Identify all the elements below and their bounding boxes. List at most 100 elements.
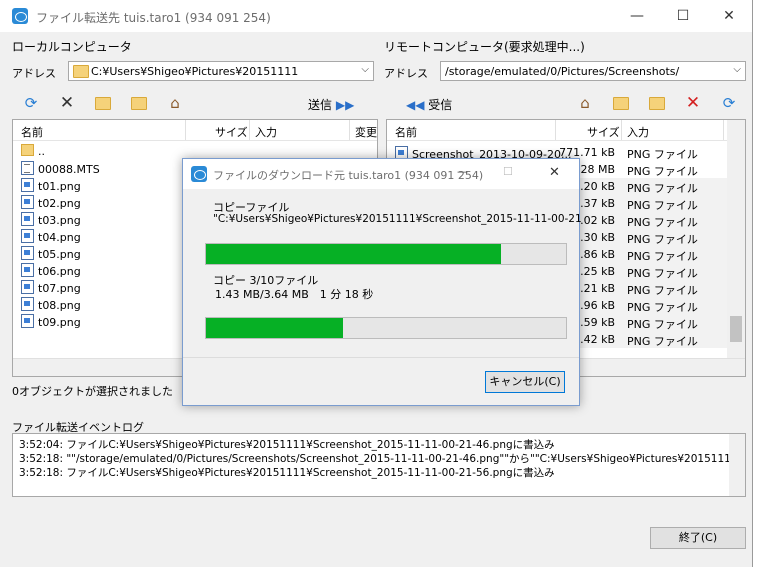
local-file-row[interactable]: 00088.MTS bbox=[21, 161, 100, 178]
local-address-combo[interactable]: C:¥Users¥Shigeo¥Pictures¥20151111 ⌵ bbox=[68, 61, 374, 81]
remote-file-type: PNG ファイル bbox=[627, 335, 698, 348]
local-file-row[interactable]: t03.png bbox=[21, 212, 81, 229]
home-icon[interactable]: ⌂ bbox=[576, 94, 594, 112]
local-column-header: 名前 サイズ 入力 変更 bbox=[13, 120, 377, 141]
remote-file-type: PNG ファイル bbox=[627, 165, 698, 178]
log-line: 3:52:18: ファイルC:¥Users¥Shigeo¥Pictures¥20… bbox=[19, 467, 555, 479]
parent-folder-icon[interactable] bbox=[612, 94, 630, 112]
remote-file-type: PNG ファイル bbox=[627, 148, 698, 161]
total-progress-fill bbox=[206, 318, 343, 338]
total-progress-bar bbox=[205, 317, 567, 339]
dialog-title-bar[interactable]: ファイルのダウンロード元 tuis.taro1 (934 091 254) — … bbox=[183, 159, 579, 189]
log-line: 3:52:04: ファイルC:¥Users¥Shigeo¥Pictures¥20… bbox=[19, 439, 555, 451]
remote-file-type: PNG ファイル bbox=[627, 284, 698, 297]
receive-button[interactable]: ◀◀ 受信 bbox=[406, 96, 452, 113]
local-file-row[interactable]: t09.png bbox=[21, 314, 81, 331]
image-file-icon bbox=[21, 178, 34, 192]
new-folder-icon[interactable] bbox=[648, 94, 666, 112]
remote-col-type[interactable]: 入力 bbox=[627, 124, 649, 140]
close-button[interactable]: ✕ bbox=[706, 0, 752, 32]
local-file-name: t05.png bbox=[38, 248, 81, 261]
local-file-name: 00088.MTS bbox=[38, 163, 100, 176]
receive-label: 受信 bbox=[428, 98, 453, 112]
local-file-row[interactable]: t02.png bbox=[21, 195, 81, 212]
local-col-type[interactable]: 入力 bbox=[255, 124, 277, 140]
local-file-name: t09.png bbox=[38, 316, 81, 329]
new-folder-icon[interactable] bbox=[94, 94, 112, 112]
delete-icon[interactable]: ✕ bbox=[58, 94, 76, 112]
log-vertical-scrollbar[interactable] bbox=[729, 434, 745, 496]
local-file-row[interactable]: t08.png bbox=[21, 297, 81, 314]
remote-file-type: PNG ファイル bbox=[627, 216, 698, 229]
local-col-modified[interactable]: 変更 bbox=[355, 124, 377, 140]
local-address-label: アドレス bbox=[12, 67, 56, 80]
remote-file-type: PNG ファイル bbox=[627, 250, 698, 263]
dialog-title: ファイルのダウンロード元 tuis.taro1 (934 091 254) bbox=[213, 169, 484, 182]
refresh-icon[interactable]: ⟳ bbox=[720, 94, 738, 112]
image-file-icon bbox=[21, 246, 34, 260]
dialog-separator bbox=[183, 357, 579, 358]
local-file-name: t01.png bbox=[38, 180, 81, 193]
log-line: 3:52:18: ""/storage/emulated/0/Pictures/… bbox=[19, 453, 746, 465]
remote-address-value: /storage/emulated/0/Pictures/Screenshots… bbox=[445, 65, 680, 78]
local-address-value: C:¥Users¥Shigeo¥Pictures¥20151111 bbox=[91, 65, 299, 78]
dialog-close-button[interactable]: ✕ bbox=[549, 165, 560, 180]
window-title: ファイル転送先 tuis.taro1 (934 091 254) bbox=[36, 11, 271, 25]
send-button[interactable]: 送信 ▶▶ bbox=[308, 96, 354, 113]
local-computer-header: ローカルコンピュータ bbox=[12, 40, 132, 54]
dialog-minimize-button[interactable]: — bbox=[457, 165, 468, 178]
receive-arrow-icon: ◀◀ bbox=[406, 98, 425, 112]
local-file-name: t08.png bbox=[38, 299, 81, 312]
local-file-row[interactable]: t06.png bbox=[21, 263, 81, 280]
local-file-row[interactable]: t07.png bbox=[21, 280, 81, 297]
cancel-button[interactable]: キャンセル(C) bbox=[485, 371, 565, 393]
remote-address-label: アドレス bbox=[384, 67, 428, 80]
image-file-icon bbox=[21, 297, 34, 311]
remote-computer-header: リモートコンピュータ(要求処理中...) bbox=[384, 40, 585, 54]
local-file-row[interactable]: .. bbox=[21, 144, 45, 161]
copy-file-path: "C:¥Users¥Shigeo¥Pictures¥20151111¥Scree… bbox=[213, 213, 582, 225]
dialog-maximize-button[interactable]: ☐ bbox=[503, 165, 513, 178]
chevron-down-icon: ⌵ bbox=[733, 64, 741, 75]
title-bar[interactable]: ファイル転送先 tuis.taro1 (934 091 254) — ☐ ✕ bbox=[0, 0, 752, 32]
image-file-icon bbox=[21, 229, 34, 243]
remote-file-type: PNG ファイル bbox=[627, 233, 698, 246]
local-file-name: t04.png bbox=[38, 231, 81, 244]
image-file-icon bbox=[21, 212, 34, 226]
local-file-row[interactable]: t04.png bbox=[21, 229, 81, 246]
copy-detail-text: 1.43 MB/3.64 MB 1 分 18 秒 bbox=[215, 288, 374, 301]
file-progress-bar bbox=[205, 243, 567, 265]
maximize-button[interactable]: ☐ bbox=[660, 0, 706, 32]
remote-col-name[interactable]: 名前 bbox=[395, 124, 417, 140]
local-status-text: 0オブジェクトが選択されました bbox=[12, 385, 173, 398]
remote-file-type: PNG ファイル bbox=[627, 267, 698, 280]
minimize-button[interactable]: — bbox=[614, 0, 660, 32]
local-col-size[interactable]: サイズ bbox=[215, 124, 248, 140]
remote-column-header: 名前 サイズ 入力 bbox=[387, 120, 745, 141]
remote-col-size[interactable]: サイズ bbox=[587, 124, 620, 140]
remote-file-type: PNG ファイル bbox=[627, 199, 698, 212]
local-file-row[interactable]: t01.png bbox=[21, 178, 81, 195]
delete-icon[interactable]: ✕ bbox=[684, 94, 702, 112]
folder-icon bbox=[73, 65, 89, 78]
local-file-name: .. bbox=[38, 145, 45, 158]
parent-folder-icon[interactable] bbox=[130, 94, 148, 112]
local-file-name: t02.png bbox=[38, 197, 81, 210]
exit-button[interactable]: 終了(C) bbox=[650, 527, 746, 549]
local-file-row[interactable]: t05.png bbox=[21, 246, 81, 263]
event-log[interactable]: 3:52:04: ファイルC:¥Users¥Shigeo¥Pictures¥20… bbox=[12, 433, 746, 497]
remote-address-combo[interactable]: /storage/emulated/0/Pictures/Screenshots… bbox=[440, 61, 746, 81]
refresh-icon[interactable]: ⟳ bbox=[22, 94, 40, 112]
remote-file-type: PNG ファイル bbox=[627, 301, 698, 314]
remote-vertical-scrollbar[interactable] bbox=[727, 120, 745, 358]
remote-file-type: PNG ファイル bbox=[627, 182, 698, 195]
teamviewer-app-icon bbox=[12, 8, 28, 24]
home-icon[interactable]: ⌂ bbox=[166, 94, 184, 112]
chevron-down-icon: ⌵ bbox=[361, 64, 369, 75]
image-file-icon bbox=[21, 263, 34, 277]
image-file-icon bbox=[21, 314, 34, 328]
local-col-name[interactable]: 名前 bbox=[21, 124, 43, 140]
remote-scroll-thumb[interactable] bbox=[730, 316, 742, 342]
image-file-icon bbox=[21, 280, 34, 294]
send-label: 送信 bbox=[308, 98, 333, 112]
